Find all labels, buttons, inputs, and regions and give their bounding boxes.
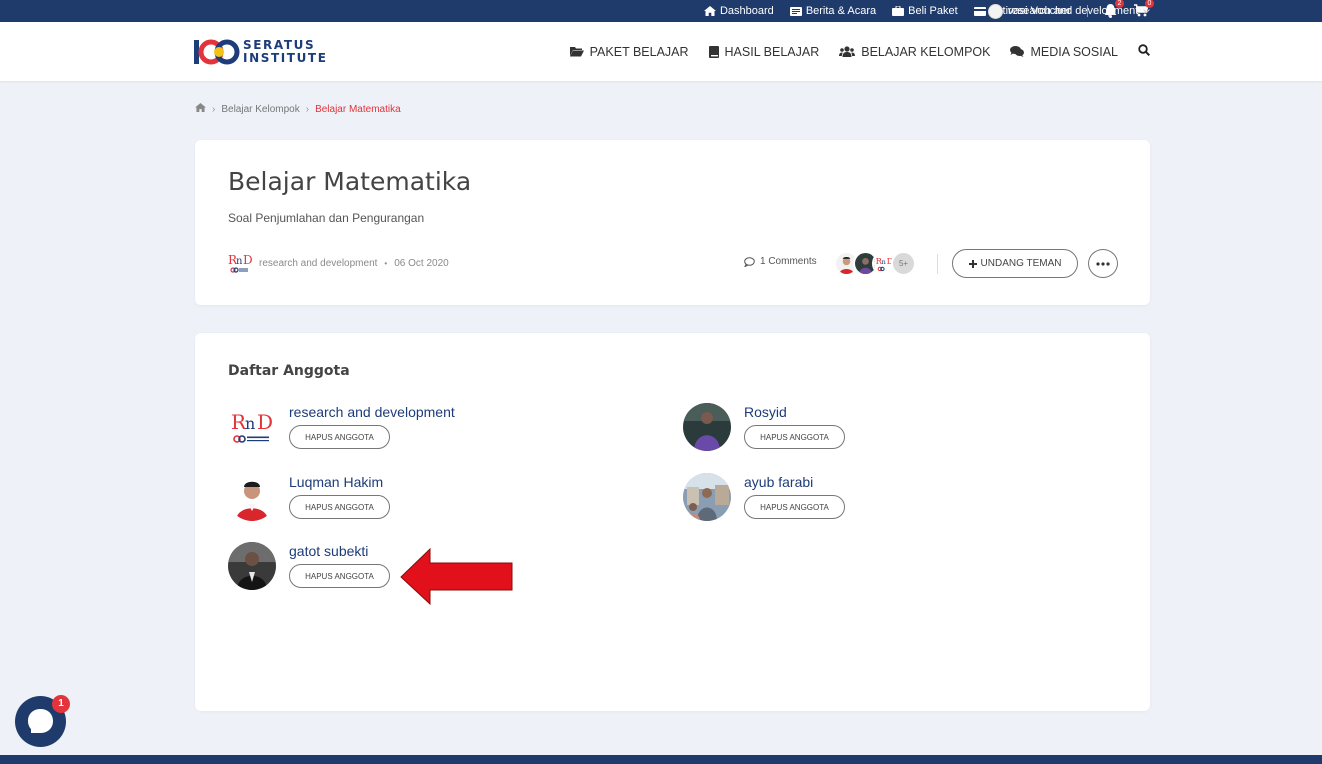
folder-open-icon — [569, 47, 584, 57]
svg-text:n: n — [245, 414, 255, 433]
search-icon — [1138, 43, 1151, 56]
remove-member-button[interactable]: HAPUS ANGGOTA — [289, 564, 390, 588]
main-header: SERATUS INSTITUTE PAKET BELAJAR HASIL BE… — [0, 22, 1322, 81]
member-name[interactable]: Luqman Hakim — [289, 474, 390, 490]
member-info: ayub farabi HAPUS ANGGOTA — [744, 473, 845, 519]
remove-member-button[interactable]: HAPUS ANGGOTA — [744, 425, 845, 449]
group-owner-name[interactable]: research and development — [259, 258, 377, 269]
chevron-down-icon — [1143, 8, 1151, 13]
member-item: ayub farabi HAPUS ANGGOTA — [683, 473, 845, 521]
remove-member-button[interactable]: HAPUS ANGGOTA — [289, 495, 390, 519]
logo-line-2: INSTITUTE — [243, 51, 328, 65]
home-icon — [703, 6, 716, 16]
member-item: Luqman Hakim HAPUS ANGGOTA — [228, 473, 390, 521]
main-nav: PAKET BELAJAR HASIL BELAJAR BELAJAR KELO… — [569, 22, 1151, 81]
avatar — [228, 542, 276, 590]
nav-media-sosial-label: MEDIA SOSIAL — [1030, 44, 1118, 59]
invite-friend-button[interactable]: UNDANG TEMAN — [952, 249, 1078, 278]
member-info: Luqman Hakim HAPUS ANGGOTA — [289, 473, 390, 519]
svg-text:n: n — [236, 256, 243, 267]
remove-member-button[interactable]: HAPUS ANGGOTA — [744, 495, 845, 519]
svg-text:D: D — [257, 410, 273, 434]
briefcase-icon — [892, 6, 905, 16]
search-button[interactable] — [1138, 43, 1151, 61]
book-icon — [708, 45, 719, 58]
avatar — [228, 473, 276, 521]
member-item: Rosyid HAPUS ANGGOTA — [683, 403, 845, 451]
member-info: Rosyid HAPUS ANGGOTA — [744, 403, 845, 449]
nav-paket-belajar[interactable]: PAKET BELAJAR — [569, 44, 689, 59]
top-bar: Dashboard Berita & Acara Beli Paket Akti… — [0, 0, 1322, 22]
member-item: gatot subekti HAPUS ANGGOTA — [228, 542, 390, 590]
seratus-institute-logo[interactable]: SERATUS INSTITUTE — [194, 37, 328, 67]
nav-paket-belajar-label: PAKET BELAJAR — [589, 44, 689, 59]
footer — [0, 755, 1322, 764]
member-list-title: Daftar Anggota — [228, 363, 350, 379]
card-icon — [973, 6, 986, 16]
user-avatar — [988, 3, 1003, 19]
nav-hasil-belajar[interactable]: HASIL BELAJAR — [708, 44, 820, 59]
member-name[interactable]: Rosyid — [744, 404, 845, 420]
red-arrow-annotation — [400, 548, 513, 606]
breadcrumb-parent-link[interactable]: Belajar Kelompok — [221, 104, 299, 115]
more-options-button[interactable] — [1088, 249, 1118, 278]
chat-unread-badge: 1 — [52, 695, 70, 713]
comments-icon — [1010, 46, 1025, 57]
topbar-dashboard-link[interactable]: Dashboard — [703, 5, 774, 17]
topbar-beli-paket-link[interactable]: Beli Paket — [892, 5, 958, 17]
newspaper-icon — [789, 6, 802, 16]
home-icon — [195, 103, 206, 112]
member-avatar-stack[interactable]: RnD 5+ — [834, 251, 916, 276]
avatar: R n D — [228, 403, 276, 451]
member-name[interactable]: gatot subekti — [289, 543, 390, 559]
user-menu[interactable]: research and development — [988, 0, 1151, 22]
remove-member-button[interactable]: HAPUS ANGGOTA — [289, 425, 390, 449]
topbar-berita-link[interactable]: Berita & Acara — [789, 5, 877, 17]
group-info-card: Belajar Matematika Soal Penjumlahan dan … — [195, 140, 1150, 305]
users-icon — [839, 46, 856, 57]
avatar — [683, 473, 731, 521]
logo-wordmark: SERATUS INSTITUTE — [243, 39, 328, 65]
member-info: research and development HAPUS ANGGOTA — [289, 403, 455, 449]
member-name[interactable]: ayub farabi — [744, 474, 845, 490]
member-info: gatot subekti HAPUS ANGGOTA — [289, 542, 390, 588]
breadcrumb: › Belajar Kelompok › Belajar Matematika — [195, 103, 401, 115]
group-meta: R n D research and development • 06 Oct … — [228, 251, 449, 275]
comments-count: 1 Comments — [760, 256, 817, 267]
topbar-berita-label: Berita & Acara — [805, 5, 877, 17]
breadcrumb-separator: › — [305, 103, 310, 115]
plus-icon — [968, 259, 977, 268]
svg-text:D: D — [243, 253, 252, 267]
meta-dot: • — [384, 258, 388, 268]
meta-divider — [937, 254, 938, 274]
member-list-card: Daftar Anggota R n D research and develo… — [195, 333, 1150, 711]
invite-friend-label: UNDANG TEMAN — [980, 258, 1062, 269]
group-description: Soal Penjumlahan dan Pengurangan — [228, 211, 425, 225]
user-name: research and development — [1008, 5, 1139, 17]
nav-media-sosial[interactable]: MEDIA SOSIAL — [1010, 45, 1118, 59]
ellipsis-icon — [1096, 261, 1110, 266]
topbar-dashboard-label: Dashboard — [719, 5, 774, 17]
comment-icon — [744, 256, 755, 267]
more-members-count: 5+ — [891, 251, 916, 276]
breadcrumb-separator: › — [212, 103, 216, 115]
logo-mark-icon — [194, 39, 240, 65]
nav-belajar-kelompok[interactable]: BELAJAR KELOMPOK — [839, 45, 990, 59]
page-title: Belajar Matematika — [228, 167, 472, 196]
topbar-beli-paket-label: Beli Paket — [908, 5, 958, 17]
avatar — [683, 403, 731, 451]
owner-avatar: R n D — [228, 253, 252, 273]
group-created-date: 06 Oct 2020 — [394, 257, 449, 269]
comments-link[interactable]: 1 Comments — [744, 256, 817, 267]
breadcrumb-home[interactable] — [195, 103, 206, 115]
nav-belajar-kelompok-label: BELAJAR KELOMPOK — [861, 44, 991, 59]
member-item: R n D research and development HAPUS ANG… — [228, 403, 455, 451]
nav-hasil-belajar-label: HASIL BELAJAR — [724, 44, 820, 59]
member-name[interactable]: research and development — [289, 404, 455, 420]
breadcrumb-current: Belajar Matematika — [315, 103, 401, 115]
